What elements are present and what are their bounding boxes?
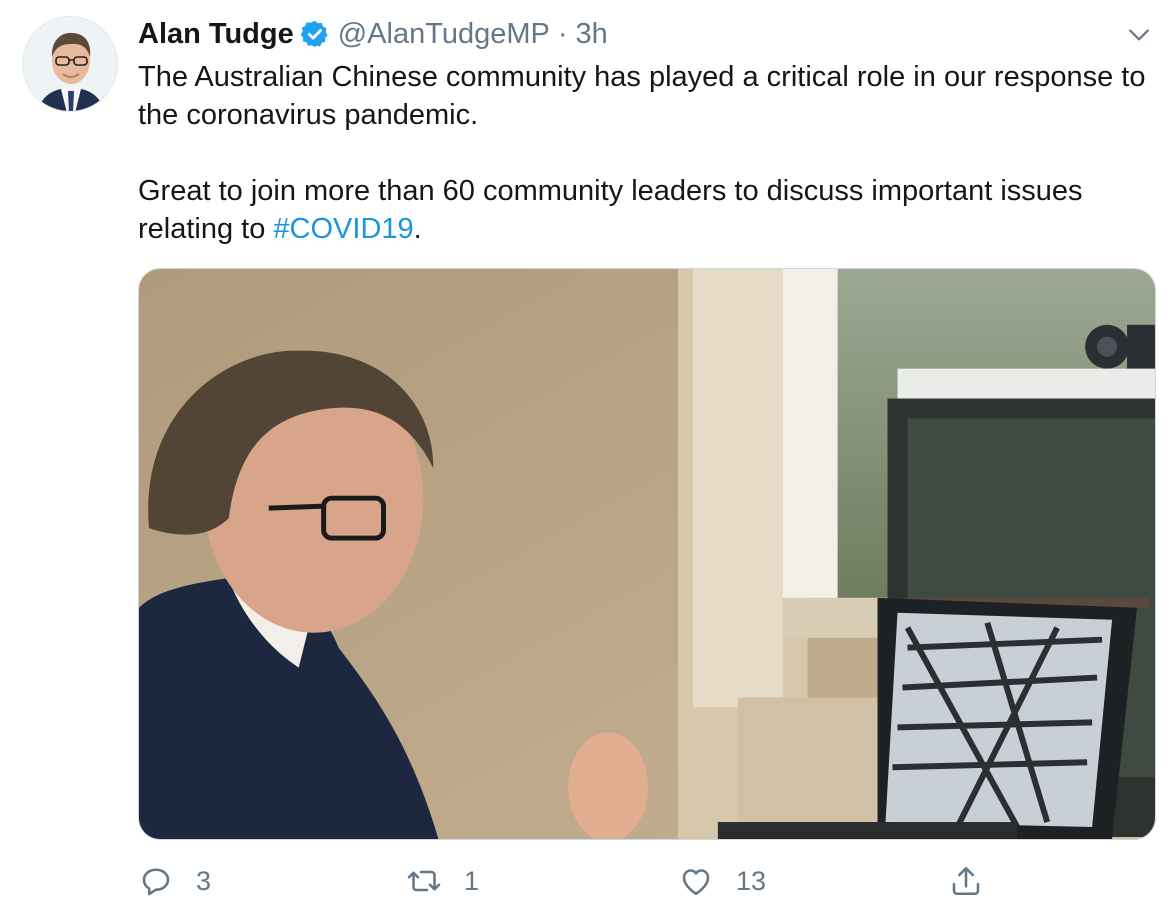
- verified-badge-icon: [300, 19, 330, 49]
- hashtag-link[interactable]: #COVID19: [273, 213, 413, 245]
- retweet-icon: [406, 863, 442, 899]
- like-button[interactable]: 13: [678, 858, 766, 904]
- tweet-photo[interactable]: [138, 268, 1156, 840]
- tweet-paragraph-1: The Australian Chinese community has pla…: [138, 61, 1146, 131]
- tweet-paragraph-2-end: .: [413, 213, 422, 245]
- reply-count: 3: [196, 865, 212, 896]
- author-handle[interactable]: @AlanTudgeMP: [338, 18, 550, 51]
- avatar-image: [23, 17, 117, 111]
- reply-icon: [138, 863, 174, 899]
- share-icon: [948, 863, 984, 899]
- tweet-text: The Australian Chinese community has pla…: [138, 58, 1168, 248]
- tweet-header: Alan Tudge @AlanTudgeMP · 3h: [138, 14, 608, 54]
- reply-button[interactable]: 3: [138, 858, 211, 904]
- heart-icon: [678, 863, 714, 899]
- retweet-count: 1: [464, 865, 480, 896]
- separator-dot: ·: [557, 17, 568, 50]
- retweet-button[interactable]: 1: [406, 858, 479, 904]
- chevron-down-icon[interactable]: [1124, 20, 1154, 50]
- like-count: 13: [736, 865, 767, 896]
- tweet[interactable]: Alan Tudge @AlanTudgeMP · 3h The Austral…: [0, 0, 1176, 914]
- tweet-timestamp[interactable]: 3h: [576, 18, 608, 51]
- tweet-actions: 3 1 13: [138, 858, 1156, 904]
- author-name[interactable]: Alan Tudge: [138, 18, 294, 51]
- share-button[interactable]: [948, 858, 984, 904]
- tweet-paragraph-2: Great to join more than 60 community lea…: [138, 172, 1168, 248]
- photo-image: [139, 269, 1155, 839]
- avatar[interactable]: [22, 16, 118, 112]
